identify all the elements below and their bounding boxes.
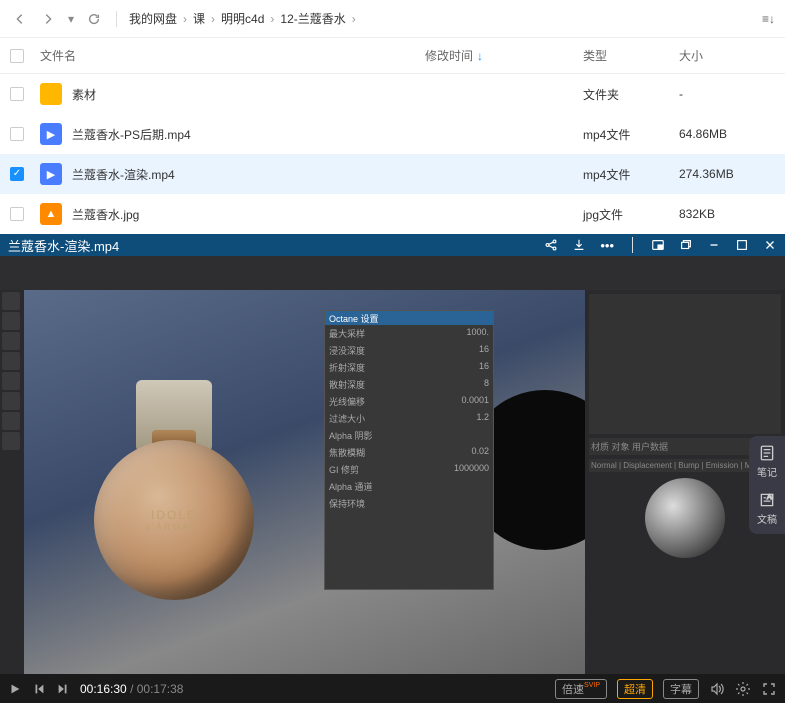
folder-icon [40, 83, 62, 105]
chevron-right-icon: › [211, 12, 215, 26]
breadcrumb-item[interactable]: 明明c4d [221, 10, 264, 27]
player-body: IDOLE d'ARMANI Octane 设置 最大采样1000.浸没深度16… [0, 256, 785, 674]
file-size: 274.36MB [679, 167, 775, 181]
panel-row[interactable]: 光线偏移0.0001 [325, 393, 493, 410]
brand-text: IDOLE [151, 508, 197, 522]
column-modtime[interactable]: 修改时间 ↓ [425, 47, 583, 64]
more-icon[interactable]: ••• [600, 238, 614, 253]
panel-row[interactable]: Alpha 阴影 [325, 427, 493, 444]
download-icon[interactable] [572, 238, 586, 252]
fullscreen-icon[interactable] [761, 681, 777, 697]
speed-button[interactable]: 倍速SVIP [555, 679, 607, 699]
chevron-right-icon: › [183, 12, 187, 26]
panel-row[interactable]: 过滤大小1.2 [325, 410, 493, 427]
panel-row[interactable]: Alpha 通道 [325, 478, 493, 495]
material-preview[interactable] [645, 478, 725, 558]
video-icon: ▶ [40, 163, 62, 185]
object-tree[interactable] [589, 294, 781, 434]
restore-icon[interactable] [679, 238, 693, 252]
file-size: 64.86MB [679, 127, 775, 141]
row-checkbox[interactable] [10, 167, 24, 181]
column-name[interactable]: 文件名 [36, 47, 425, 64]
sort-arrow-icon: ↓ [477, 49, 483, 63]
play-icon[interactable] [8, 682, 22, 696]
pip-icon[interactable] [651, 238, 665, 252]
breadcrumb-toolbar: ▾ 我的网盘 › 课 › 明明c4d › 12-兰蔻香水 › ≡↓ [0, 0, 785, 38]
file-type: jpg文件 [583, 206, 679, 223]
table-row[interactable]: ▶ 兰蔻香水-渲染.mp4 mp4文件274.36MB [0, 154, 785, 194]
refresh-icon[interactable] [84, 9, 104, 29]
row-checkbox[interactable] [10, 87, 24, 101]
share-icon[interactable] [544, 238, 558, 252]
sort-icon[interactable]: ≡↓ [762, 12, 775, 26]
side-tools: 笔记 AI 文稿 [749, 436, 785, 534]
divider [632, 237, 633, 253]
video-player: 兰蔻香水-渲染.mp4 ••• IDOLE d'ARMANI [0, 234, 785, 703]
file-size: - [679, 87, 775, 101]
panel-row[interactable]: 焦散模糊0.02 [325, 444, 493, 461]
panel-row[interactable]: GI 修剪1000000 [325, 461, 493, 478]
panel-row[interactable]: 浸没深度16 [325, 342, 493, 359]
video-icon: ▶ [40, 123, 62, 145]
close-icon[interactable] [763, 238, 777, 252]
volume-icon[interactable] [709, 681, 725, 697]
breadcrumb-item[interactable]: 12-兰蔻香水 [280, 10, 345, 27]
breadcrumb: 我的网盘 › 课 › 明明c4d › 12-兰蔻香水 › [129, 10, 356, 27]
prev-icon[interactable] [32, 682, 46, 696]
c4d-viewport[interactable]: IDOLE d'ARMANI Octane 设置 最大采样1000.浸没深度16… [24, 290, 585, 674]
next-icon[interactable] [56, 682, 70, 696]
subtitle-button[interactable]: 字幕 [663, 679, 699, 699]
panel-row[interactable]: 折射深度16 [325, 359, 493, 376]
brand-text: d'ARMANI [145, 522, 203, 532]
image-icon: ▲ [40, 203, 62, 225]
column-type[interactable]: 类型 [583, 47, 679, 64]
breadcrumb-item[interactable]: 课 [193, 10, 205, 27]
nav-back-icon[interactable] [10, 9, 30, 29]
chevron-right-icon: › [270, 12, 274, 26]
panel-row[interactable]: 散射深度8 [325, 376, 493, 393]
table-row[interactable]: 素材 文件夹- [0, 74, 785, 114]
select-all-checkbox[interactable] [10, 49, 24, 63]
column-size[interactable]: 大小 [679, 47, 775, 64]
maximize-icon[interactable] [735, 238, 749, 252]
table-row[interactable]: ▲ 兰蔻香水.jpg jpg文件832KB [0, 194, 785, 234]
player-title: 兰蔻香水-渲染.mp4 [8, 236, 530, 255]
minimize-icon[interactable] [707, 238, 721, 252]
c4d-left-toolbar [0, 290, 24, 674]
row-checkbox[interactable] [10, 127, 24, 141]
svg-text:AI: AI [767, 494, 774, 501]
quality-button[interactable]: 超清 [617, 679, 653, 699]
file-list: 素材文件夹-▶兰蔻香水-PS后期.mp4mp4文件64.86MB▶兰蔻香水-渲染… [0, 74, 785, 234]
file-size: 832KB [679, 207, 775, 221]
divider [116, 11, 117, 27]
panel-title: Octane 设置 [325, 311, 493, 325]
panel-row[interactable]: 最大采样1000. [325, 325, 493, 342]
octane-settings-panel[interactable]: Octane 设置 最大采样1000.浸没深度16折射深度16散射深度8光线偏移… [324, 310, 494, 590]
notes-tool[interactable]: 笔记 [755, 444, 779, 479]
c4d-toolbar [0, 256, 785, 290]
table-row[interactable]: ▶ 兰蔻香水-PS后期.mp4 mp4文件64.86MB [0, 114, 785, 154]
file-type: mp4文件 [583, 166, 679, 183]
panel-row[interactable]: 保持环境 [325, 495, 493, 512]
file-name: 兰蔻香水.jpg [72, 206, 139, 223]
chevron-right-icon: › [352, 12, 356, 26]
playback-time: 00:16:30 / 00:17:38 [80, 682, 183, 696]
transcript-tool[interactable]: AI 文稿 [755, 491, 779, 526]
settings-icon[interactable] [735, 681, 751, 697]
player-controls: 00:16:30 / 00:17:38 倍速SVIP 超清 字幕 [0, 674, 785, 703]
file-name: 兰蔻香水-PS后期.mp4 [72, 126, 191, 143]
perfume-bottle: IDOLE d'ARMANI [74, 370, 274, 610]
table-header: 文件名 修改时间 ↓ 类型 大小 [0, 38, 785, 74]
file-type: 文件夹 [583, 86, 679, 103]
file-name: 素材 [72, 86, 96, 103]
breadcrumb-root[interactable]: 我的网盘 [129, 10, 177, 27]
nav-dropdown-icon[interactable]: ▾ [66, 9, 76, 29]
player-titlebar: 兰蔻香水-渲染.mp4 ••• [0, 234, 785, 256]
file-name: 兰蔻香水-渲染.mp4 [72, 166, 175, 183]
file-type: mp4文件 [583, 126, 679, 143]
nav-forward-icon[interactable] [38, 9, 58, 29]
row-checkbox[interactable] [10, 207, 24, 221]
